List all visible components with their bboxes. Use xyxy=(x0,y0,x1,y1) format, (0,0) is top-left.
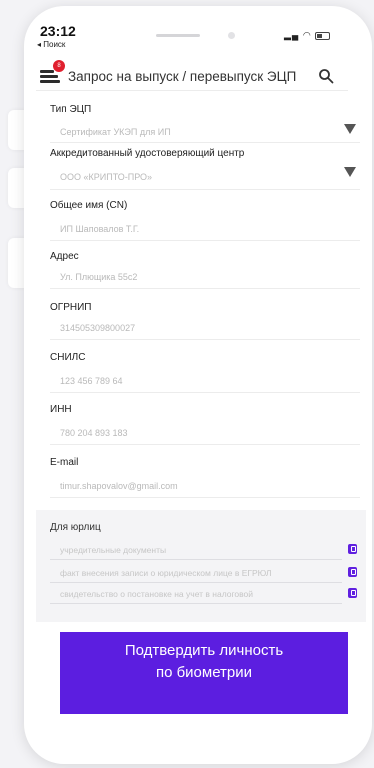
field-divider xyxy=(50,339,360,340)
attach-icon[interactable] xyxy=(348,567,357,577)
center-label: Аккредитованный удостоверяющий центр xyxy=(50,148,245,159)
field-divider xyxy=(50,142,360,143)
confirm-button-line1: Подтвердить личность xyxy=(124,642,284,659)
field-divider xyxy=(50,240,360,241)
field-divider xyxy=(50,392,360,393)
battery-icon xyxy=(315,31,331,40)
ogrnip-label: ОГРНИП xyxy=(50,302,92,313)
email-label: E-mail xyxy=(50,457,79,468)
legal-doc-upload[interactable]: факт внесения записи о юридическом лице … xyxy=(60,568,271,578)
status-time: 23:12 xyxy=(40,23,76,39)
address-label: Адрес xyxy=(50,251,79,262)
wifi-icon: ◠ xyxy=(302,30,312,40)
confirm-button-line2: по биометрии xyxy=(155,664,253,681)
legal-doc-upload[interactable]: учредительные документы xyxy=(60,545,166,555)
snils-input[interactable]: 123 456 789 64 xyxy=(60,376,123,386)
center-select[interactable]: ООО «КРИПТО-ПРО» xyxy=(60,172,152,182)
notification-badge: 8 xyxy=(53,60,65,72)
field-divider xyxy=(50,497,360,498)
attach-icon[interactable] xyxy=(348,588,357,598)
cn-input[interactable]: ИП Шаповалов Т.Г. xyxy=(60,224,139,234)
inn-label: ИНН xyxy=(50,404,72,415)
header-divider xyxy=(36,90,348,91)
chevron-down-icon[interactable] xyxy=(344,167,356,177)
ogrnip-input[interactable]: 314505309800027 xyxy=(60,323,135,333)
cn-label: Общее имя (CN) xyxy=(50,200,128,211)
status-bar: 23:12 ◂ Поиск ▂▄ ◠ xyxy=(24,6,348,58)
address-input[interactable]: Ул. Плющика 55с2 xyxy=(60,272,137,282)
signal-icon: ▂▄ xyxy=(284,30,300,40)
attach-icon[interactable] xyxy=(348,544,357,554)
page-title: Запрос на выпуск / перевыпуск ЭЦП xyxy=(68,69,297,84)
notch-speaker xyxy=(156,34,200,37)
confirm-biometrics-button[interactable]: Подтвердить личность по биометрии xyxy=(60,632,348,714)
field-divider xyxy=(50,559,342,560)
back-to-search-link[interactable]: ◂ Поиск xyxy=(37,40,65,49)
email-input[interactable]: timur.shapovalov@gmail.com xyxy=(60,481,178,491)
inn-input[interactable]: 780 204 893 183 xyxy=(60,428,128,438)
field-divider xyxy=(50,582,342,583)
ecp-type-label: Тип ЭЦП xyxy=(50,104,92,115)
field-divider xyxy=(50,189,360,190)
legal-section-title: Для юрлиц xyxy=(50,522,101,533)
search-icon[interactable] xyxy=(318,68,334,84)
field-divider xyxy=(50,603,342,604)
status-icons: ▂▄ ◠ xyxy=(284,30,331,41)
snils-label: СНИЛС xyxy=(50,352,86,363)
field-divider xyxy=(50,444,360,445)
ecp-type-select[interactable]: Сертификат УКЭП для ИП xyxy=(60,127,171,137)
notch-camera xyxy=(228,32,235,39)
app-header: 8 Запрос на выпуск / перевыпуск ЭЦП xyxy=(24,58,348,94)
legal-doc-upload[interactable]: свидетельство о постановке на учет в нал… xyxy=(60,589,253,599)
chevron-down-icon[interactable] xyxy=(344,124,356,134)
field-divider xyxy=(50,288,360,289)
